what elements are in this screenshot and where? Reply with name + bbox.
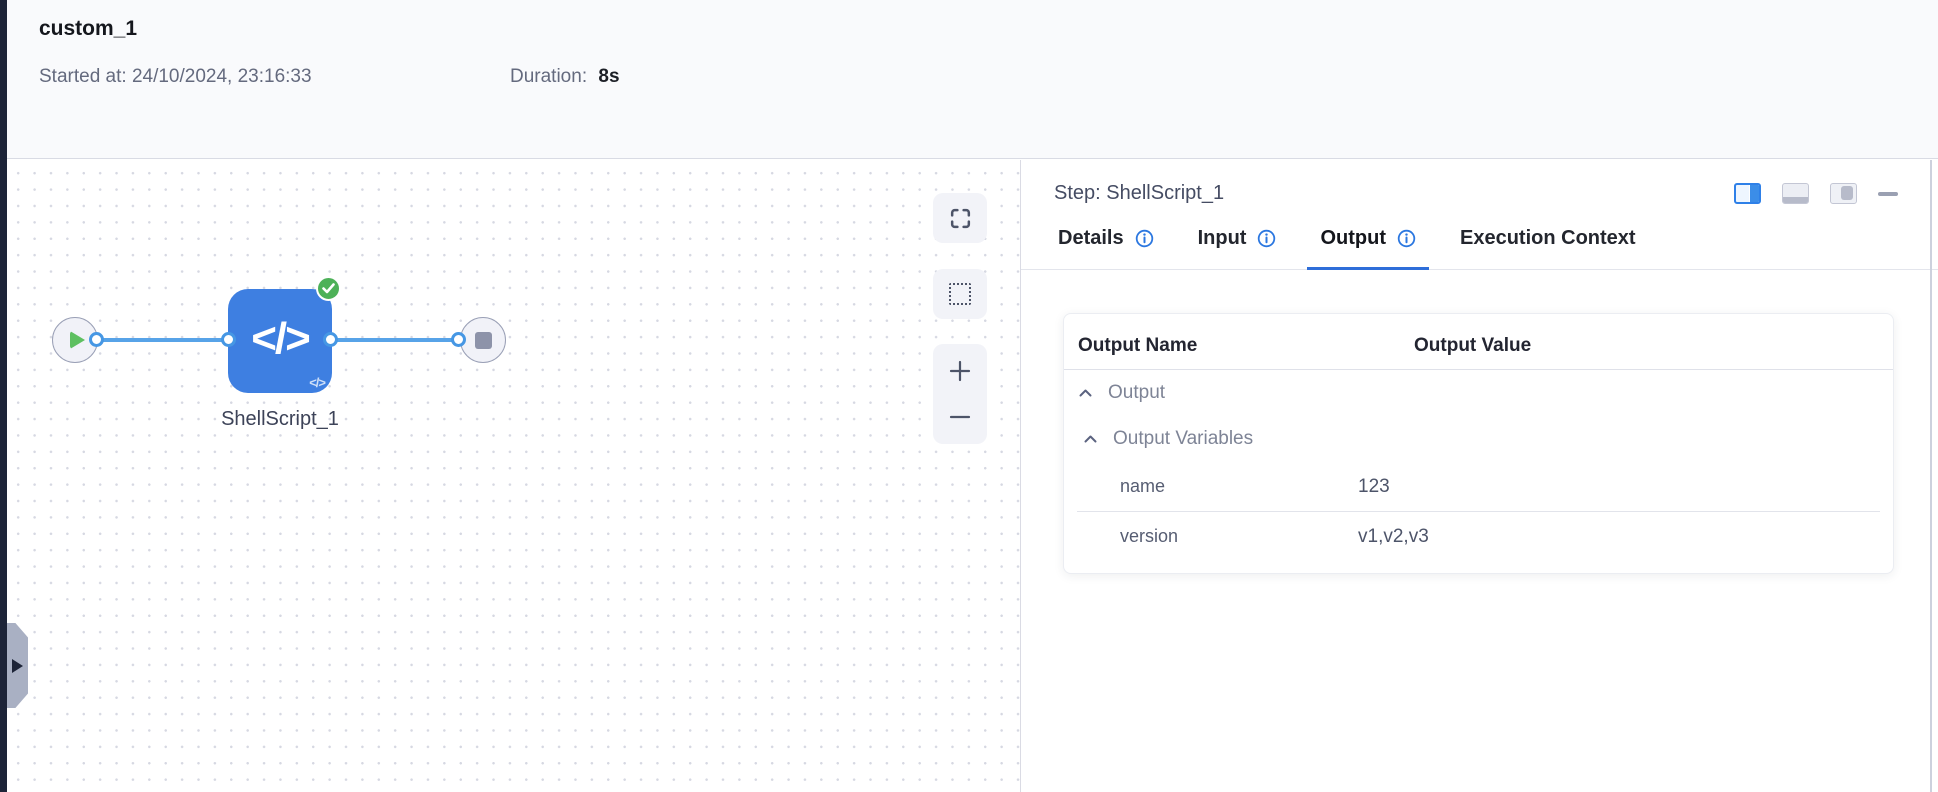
right-panel-view-icon[interactable] [1830,183,1857,204]
step-node-label: ShellScript_1 [221,408,339,430]
pipeline-canvas[interactable]: </> </> ShellScript_1 [7,160,1020,792]
group-row-output-variables[interactable]: Output Variables [1064,416,1893,462]
step-details-panel: Step: ShellScript_1 Details Input Output… [1021,160,1938,792]
step-node-shellscript[interactable]: </> </> [228,276,341,393]
stop-icon [474,331,492,349]
selection-icon [949,283,971,305]
connector-port[interactable] [89,332,104,347]
code-icon: </> [251,314,311,363]
connector-port[interactable] [323,332,338,347]
scrollbar[interactable] [1930,160,1932,792]
split-view-icon[interactable] [1734,183,1761,204]
fullscreen-icon [950,208,970,228]
connector-port[interactable] [221,332,236,347]
output-table-card: Output Name Output Value Output Output V… [1063,313,1894,574]
chevron-up-icon[interactable] [1084,435,1097,443]
output-name-cell: version [1120,526,1179,546]
table-row: name 123 [1064,462,1893,511]
tab-execution-context[interactable]: Execution Context [1447,227,1649,270]
column-output-value: Output Value [1414,335,1532,356]
column-output-name: Output Name [1078,335,1198,356]
play-icon [70,331,85,349]
app-window: custom_1 Started at: 24/10/2024, 23:16:3… [0,0,1938,792]
output-value-cell: v1,v2,v3 [1358,525,1429,547]
zoom-out-button[interactable] [933,398,987,436]
tab-output[interactable]: Output [1307,227,1429,270]
right-arrow-icon [12,658,23,673]
fit-to-screen-button[interactable] [933,193,987,243]
connector-port[interactable] [451,332,466,347]
chevron-up-icon[interactable] [1079,389,1092,397]
group-row-output[interactable]: Output [1064,370,1893,416]
minus-icon [949,415,971,419]
bottom-panel-view-icon[interactable] [1782,183,1809,204]
end-node[interactable] [460,317,506,363]
tab-details[interactable]: Details [1045,227,1167,270]
duration-value: 8s [598,66,620,87]
multi-select-button[interactable] [933,269,987,319]
panel-layout-controls [1734,183,1898,204]
tab-input[interactable]: Input [1185,227,1290,270]
started-at: Started at: 24/10/2024, 23:16:33 [39,66,312,88]
output-value-cell: 123 [1358,475,1390,497]
duration: Duration: 8s [510,66,620,88]
table-row: version v1,v2,v3 [1064,512,1893,561]
output-name-cell: name [1120,476,1166,496]
zoom-in-button[interactable] [933,352,987,390]
minimize-panel-icon[interactable] [1878,191,1898,196]
zoom-controls [933,344,987,444]
table-header-row: Output Name Output Value [1064,314,1893,370]
info-icon[interactable] [1135,229,1154,248]
info-icon[interactable] [1257,229,1276,248]
collapsed-sidebar-edge[interactable] [0,0,7,792]
duration-label: Duration: [510,66,588,87]
info-icon[interactable] [1397,229,1416,248]
execution-header: custom_1 Started at: 24/10/2024, 23:16:3… [2,0,1938,159]
plus-icon [949,360,971,382]
code-icon-small: </> [309,375,326,390]
started-at-value: 24/10/2024, 23:16:33 [131,66,312,87]
panel-header: Step: ShellScript_1 [1021,160,1938,205]
expand-stage-handle[interactable] [7,623,28,708]
success-badge-icon [316,276,341,301]
tab-bar: Details Input Output Execution Context [1021,227,1938,270]
started-at-label: Started at: [39,66,127,87]
panel-title: Step: ShellScript_1 [1054,182,1225,204]
execution-title: custom_1 [39,17,138,40]
